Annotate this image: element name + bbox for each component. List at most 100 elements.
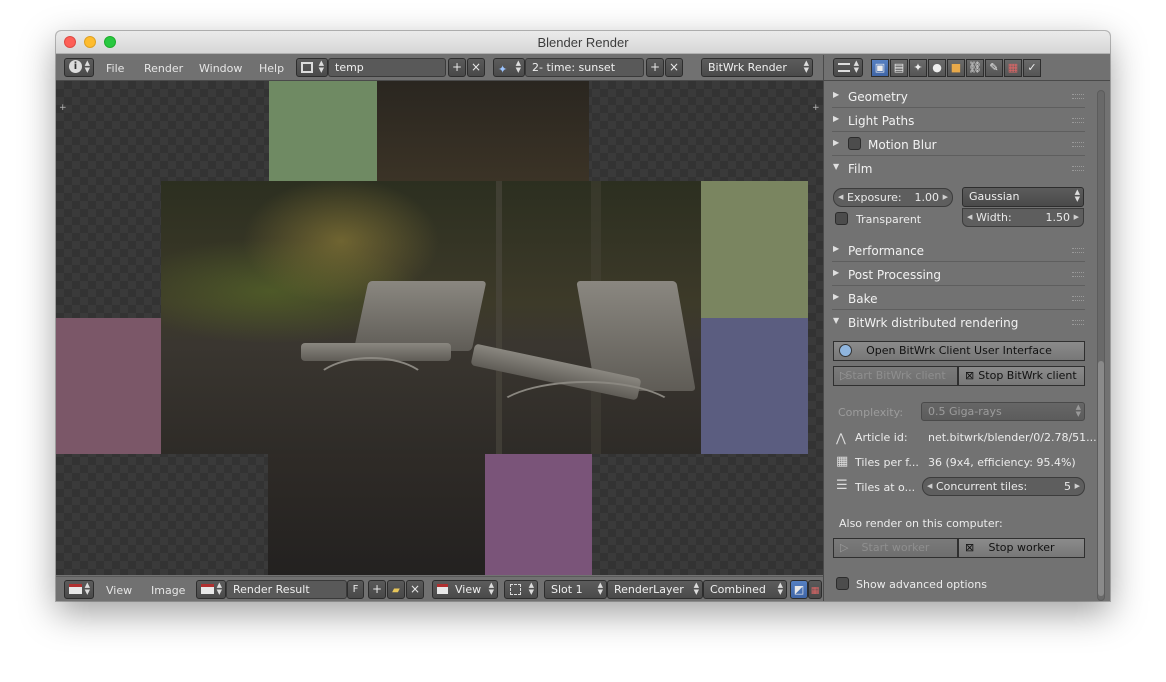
increment-arrow-icon[interactable]: ▶ xyxy=(1075,478,1080,495)
motion-blur-checkbox[interactable] xyxy=(848,137,861,150)
start-worker-button[interactable]: ▷ Start worker xyxy=(833,538,958,558)
dropdown-arrows-icon: ▲ ▼ xyxy=(803,59,809,74)
unlink-image-button[interactable]: × xyxy=(406,580,424,599)
object-context-button[interactable]: ■ xyxy=(947,59,965,77)
show-advanced-label: Show advanced options xyxy=(856,578,987,591)
drag-grip-icon[interactable] xyxy=(1072,94,1084,99)
transparent-checkbox[interactable] xyxy=(835,212,848,225)
bitwrk-section-header[interactable]: ▼ BitWrk distributed rendering xyxy=(832,311,1085,334)
start-bitwrk-client-button[interactable]: ▷ Start BitWrk client xyxy=(833,366,958,386)
bake-section-header[interactable]: ▶ Bake xyxy=(832,287,1085,310)
drag-grip-icon[interactable] xyxy=(1072,248,1084,253)
slot-select[interactable]: Slot 1 ▲ ▼ xyxy=(544,580,607,599)
delete-layout-button[interactable]: × xyxy=(467,58,485,77)
material-context-button[interactable]: ✓ xyxy=(1023,59,1041,77)
scene-selector[interactable]: ✦ ▲ ▼ xyxy=(493,58,525,77)
filter-width-slider[interactable]: ◀ Width: 1.50 ▶ xyxy=(962,208,1084,227)
screen-layout-name[interactable]: temp xyxy=(328,58,446,77)
menu-window[interactable]: Window xyxy=(199,62,242,75)
stop-bitwrk-client-button[interactable]: ⊠ Stop BitWrk client xyxy=(958,366,1085,386)
screen-layout-selector[interactable]: ▲ ▼ xyxy=(296,58,328,77)
open-image-button[interactable]: ▰ xyxy=(387,580,405,599)
render-layers-context-button[interactable]: ▤ xyxy=(890,59,908,77)
region-corner-icon[interactable]: + xyxy=(59,103,67,113)
draw-channels-button[interactable]: ◩ xyxy=(790,580,808,599)
stop-client-label: Stop BitWrk client xyxy=(978,369,1077,382)
light-paths-section-header[interactable]: ▶ Light Paths xyxy=(832,109,1085,132)
collapsed-arrow-icon: ▶ xyxy=(833,138,840,147)
menu-view[interactable]: View xyxy=(106,584,132,597)
menu-image[interactable]: Image xyxy=(151,584,185,597)
modifiers-context-button[interactable]: ✎ xyxy=(985,59,1003,77)
open-bitwrk-ui-button[interactable]: Open BitWrk Client User Interface xyxy=(833,341,1085,361)
menu-file[interactable]: File xyxy=(106,62,124,75)
browse-image-button[interactable]: ▲ ▼ xyxy=(196,580,226,599)
scrollbar-thumb[interactable] xyxy=(1098,361,1104,596)
pending-tile xyxy=(56,318,161,454)
geometry-section-header[interactable]: ▶ Geometry xyxy=(832,85,1085,108)
menu-render[interactable]: Render xyxy=(144,62,183,75)
texture-context-button[interactable]: ▦ xyxy=(1004,59,1022,77)
pivot-select[interactable]: ▲ ▼ xyxy=(504,580,538,599)
stop-worker-button[interactable]: ⊠ Stop worker xyxy=(958,538,1085,558)
scene-context-button[interactable]: ✦ xyxy=(909,59,927,77)
drag-grip-icon[interactable] xyxy=(1072,272,1084,277)
scene-name[interactable]: 2- time: sunset xyxy=(525,58,644,77)
exposure-value: 1.00 xyxy=(914,191,940,204)
drag-grip-icon[interactable] xyxy=(1072,166,1084,171)
dropdown-arrows-icon: ▲ ▼ xyxy=(515,59,521,74)
properties-icon xyxy=(838,63,850,72)
render-layer-select[interactable]: RenderLayer ▲ ▼ xyxy=(607,580,703,599)
editor-type-image-button[interactable]: ▲ ▼ xyxy=(64,580,94,599)
performance-section-header[interactable]: ▶ Performance xyxy=(832,239,1085,262)
decrement-arrow-icon[interactable]: ◀ xyxy=(927,478,932,495)
render-pass-select[interactable]: Combined ▲ ▼ xyxy=(703,580,787,599)
increment-arrow-icon[interactable]: ▶ xyxy=(943,189,948,206)
image-editor-viewport[interactable]: + + xyxy=(56,81,823,575)
decrement-arrow-icon[interactable]: ◀ xyxy=(838,189,843,206)
top-header: i ▲ ▼ File Render Window Help ▲ ▼ temp + ×… xyxy=(56,55,823,81)
exposure-slider[interactable]: ◀ Exposure: 1.00 ▶ xyxy=(833,188,953,207)
section-label: Geometry xyxy=(848,90,908,104)
drag-grip-icon[interactable] xyxy=(1072,320,1084,325)
pixel-filter-select[interactable]: Gaussian ▲ ▼ xyxy=(962,187,1084,207)
film-section-header[interactable]: ▼ Film xyxy=(832,157,1085,180)
close-icon: × xyxy=(668,60,680,74)
drag-grip-icon[interactable] xyxy=(1072,142,1084,147)
world-context-button[interactable]: ● xyxy=(928,59,946,77)
decrement-arrow-icon[interactable]: ◀ xyxy=(967,209,972,226)
chair-leg-left xyxy=(311,357,431,419)
region-corner-icon[interactable]: + xyxy=(812,103,820,113)
editor-type-info-button[interactable]: i ▲ ▼ xyxy=(64,58,94,77)
render-engine-select[interactable]: BitWrk Render ▲ ▼ xyxy=(701,58,813,77)
render-context-button[interactable]: ▣ xyxy=(871,59,889,77)
properties-scrollbar[interactable] xyxy=(1097,90,1105,601)
motion-blur-section-header[interactable]: ▶ Motion Blur xyxy=(832,133,1085,156)
section-label: Bake xyxy=(848,292,878,306)
new-image-button[interactable]: + xyxy=(368,580,386,599)
show-advanced-checkbox[interactable] xyxy=(836,577,849,590)
start-worker-label: Start worker xyxy=(861,541,930,554)
constraints-context-button[interactable]: ⛓ xyxy=(966,59,984,77)
delete-scene-button[interactable]: × xyxy=(665,58,683,77)
dropdown-arrows-icon: ▲ ▼ xyxy=(84,59,90,74)
render-engine-value: BitWrk Render xyxy=(708,61,787,74)
increment-arrow-icon[interactable]: ▶ xyxy=(1074,209,1079,226)
add-scene-button[interactable]: + xyxy=(646,58,664,77)
concurrent-tiles-slider[interactable]: ◀ Concurrent tiles: 5 ▶ xyxy=(922,477,1085,496)
drag-grip-icon[interactable] xyxy=(1072,296,1084,301)
alpha-display-button[interactable]: ▦ xyxy=(808,580,822,599)
post-processing-section-header[interactable]: ▶ Post Processing xyxy=(832,263,1085,286)
menu-help[interactable]: Help xyxy=(259,62,284,75)
view-mode-value: View xyxy=(455,583,482,596)
drag-grip-icon[interactable] xyxy=(1072,118,1084,123)
complexity-select[interactable]: 0.5 Giga-rays ▲ ▼ xyxy=(921,402,1085,421)
dropdown-arrows-icon: ▲ ▼ xyxy=(597,581,603,596)
add-layout-button[interactable]: + xyxy=(448,58,466,77)
fake-user-button[interactable]: F xyxy=(347,580,364,599)
editor-type-properties-button[interactable]: ▲ ▼ xyxy=(833,58,863,77)
pending-tile xyxy=(269,81,377,181)
image-name-field[interactable]: Render Result xyxy=(226,580,347,599)
section-label: Motion Blur xyxy=(868,138,937,152)
view-mode-select[interactable]: View ▲ ▼ xyxy=(432,580,498,599)
